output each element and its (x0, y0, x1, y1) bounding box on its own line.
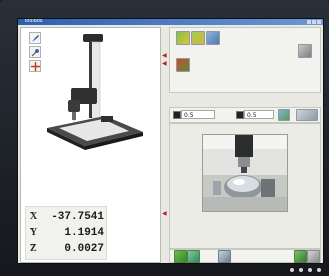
play-icon[interactable] (174, 250, 187, 263)
color-swatch[interactable] (236, 111, 244, 119)
parameter-bar: 0.5 0.5 (169, 107, 321, 123)
grid-icon[interactable] (278, 109, 290, 121)
splitter-arrow-icon[interactable]: ◀ (162, 61, 167, 67)
parameter-field-a[interactable]: 0.5 (181, 110, 215, 119)
cancel-icon[interactable] (307, 250, 320, 263)
indicator-light (290, 268, 294, 272)
splitter-arrow-icon[interactable]: ◀ (162, 211, 167, 217)
title-bar: Toolbox (18, 19, 323, 25)
axis-label: – Y (30, 224, 38, 238)
tool-yellow-icon[interactable] (191, 31, 205, 45)
coordinate-value: -37.7541 (51, 211, 104, 223)
indicator-light (308, 268, 312, 272)
close-button[interactable] (317, 20, 321, 24)
color-swatch[interactable] (173, 111, 181, 119)
align-icon[interactable] (296, 109, 318, 121)
measuring-machine-image (47, 34, 143, 150)
parameter-field-b[interactable]: 0.5 (244, 110, 274, 119)
ok-icon[interactable] (294, 250, 307, 263)
coordinate-value: 0.0027 (64, 243, 104, 255)
window-controls (307, 20, 321, 24)
pin-icon[interactable] (29, 32, 41, 44)
monitor-indicator-lights (290, 268, 321, 272)
camera-feed-image (202, 134, 288, 212)
indicator-light (317, 268, 321, 272)
application-window: Toolbox – X -37.7541 – Y 1.1914 – Z 0.00… (17, 18, 324, 264)
coordinate-readout: – X -37.7541 – Y 1.1914 – Z 0.0027 (25, 206, 107, 260)
axis-label: – X (30, 208, 38, 222)
bottom-toolbar (169, 249, 321, 263)
coordinate-row-x: – X -37.7541 (28, 208, 106, 226)
tools-panel (169, 27, 321, 93)
refresh-icon[interactable] (187, 250, 200, 263)
tool-blue-icon[interactable] (206, 31, 220, 45)
splitter-arrow-icon[interactable]: ◀ (162, 53, 167, 59)
coordinate-value: 1.1914 (64, 227, 104, 239)
tool-red-icon[interactable] (176, 58, 190, 72)
machine-view-pane: – X -37.7541 – Y 1.1914 – Z 0.0027 (20, 27, 161, 263)
control-pane: 0.5 0.5 (169, 27, 321, 263)
tool-green-icon[interactable] (176, 31, 190, 45)
coordinate-row-y: – Y 1.1914 (28, 224, 106, 242)
window-title: Toolbox (24, 18, 43, 24)
maximize-button[interactable] (312, 20, 316, 24)
settings-grey-icon[interactable] (298, 44, 312, 58)
pane-splitter[interactable]: ◀ ◀ ◀ (161, 27, 169, 261)
indicator-light (299, 268, 303, 272)
axis-label: – Z (30, 240, 37, 254)
minimize-button[interactable] (307, 20, 311, 24)
probe-icon[interactable] (29, 46, 41, 58)
coordinate-row-z: – Z 0.0027 (28, 240, 106, 258)
info-icon[interactable] (218, 250, 231, 263)
camera-panel (169, 123, 321, 249)
crosshair-icon[interactable] (29, 60, 41, 72)
